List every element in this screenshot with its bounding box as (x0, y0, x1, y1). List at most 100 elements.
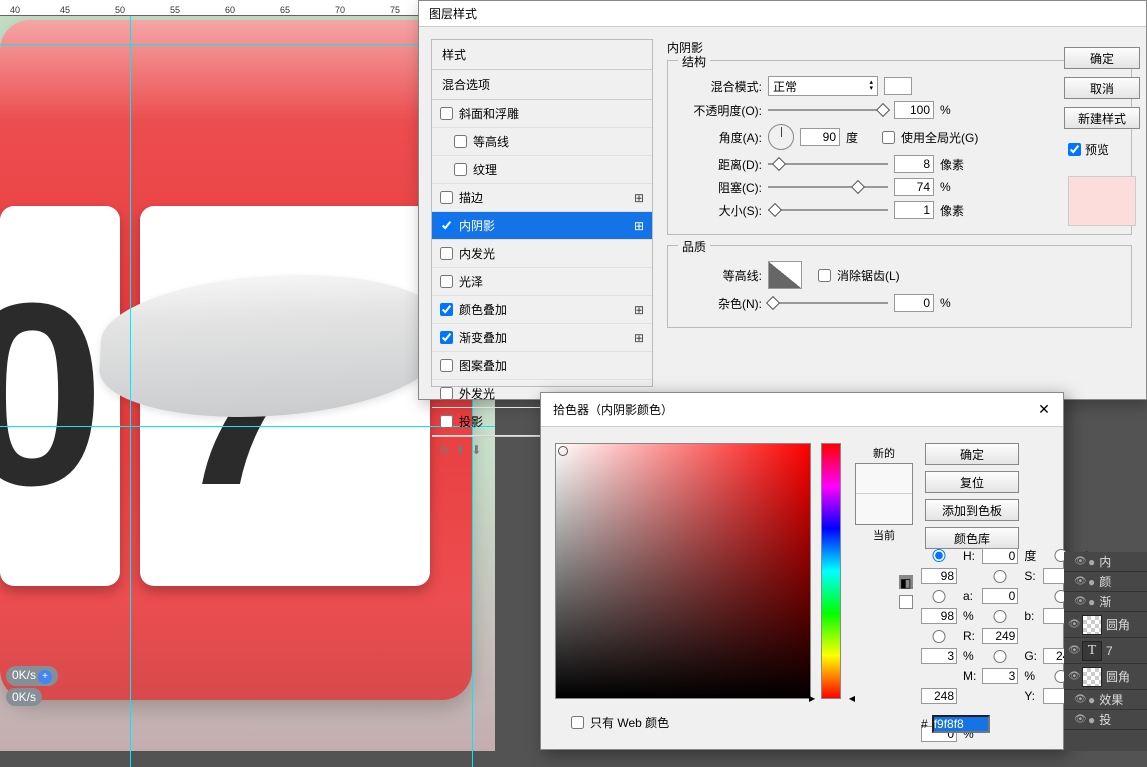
contour-label: 等高线: (680, 267, 762, 284)
close-icon[interactable]: ✕ (1037, 403, 1051, 417)
style-item-9[interactable]: 图案叠加 (432, 352, 652, 380)
style-item-label: 内阴影 (459, 217, 495, 234)
choke-slider[interactable] (768, 182, 888, 192)
saturation-brightness-box[interactable] (555, 443, 811, 699)
style-item-7[interactable]: 颜色叠加⊞ (432, 296, 652, 324)
style-item-0[interactable]: 斜面和浮雕 (432, 100, 652, 128)
blab-radio[interactable] (982, 610, 1018, 623)
style-item-1[interactable]: 等高线 (432, 128, 652, 156)
hex-input[interactable] (932, 715, 990, 733)
C-input[interactable] (921, 648, 957, 664)
visibility-icon[interactable]: 👁 (1068, 619, 1078, 630)
global-light-label: 使用全局光(G) (901, 129, 978, 146)
Brgb-input[interactable] (921, 688, 957, 704)
angle-dial[interactable] (768, 124, 794, 150)
S-radio[interactable] (982, 570, 1018, 583)
preview-checkbox[interactable] (1068, 143, 1081, 156)
move-down-icon[interactable]: ⬇ (471, 443, 481, 457)
visibility-icon[interactable]: 👁 (1068, 671, 1078, 682)
visibility-icon[interactable]: 👁 (1074, 714, 1084, 725)
R-input[interactable] (982, 628, 1018, 644)
add-effect-icon[interactable]: ⊞ (634, 331, 644, 345)
visibility-icon[interactable]: 👁 (1068, 645, 1078, 656)
layer-row[interactable]: 👁T7 (1064, 638, 1147, 664)
a-input[interactable] (982, 588, 1018, 604)
style-checkbox[interactable] (454, 135, 467, 148)
hue-slider[interactable] (821, 443, 841, 699)
distance-unit: 像素 (940, 156, 970, 173)
style-checkbox[interactable] (440, 359, 453, 372)
style-item-2[interactable]: 纹理 (432, 156, 652, 184)
distance-label: 距离(D): (680, 156, 762, 173)
style-checkbox[interactable] (440, 275, 453, 288)
style-checkbox[interactable] (440, 191, 453, 204)
distance-input[interactable] (894, 155, 934, 173)
colorpicker-titlebar[interactable]: 拾色器（内阴影颜色） ✕ (541, 393, 1063, 427)
a-radio[interactable] (921, 590, 957, 603)
style-checkbox[interactable] (440, 331, 453, 344)
style-item-6[interactable]: 光泽 (432, 268, 652, 296)
layer-row[interactable]: 👁圆角 (1064, 664, 1147, 690)
style-item-5[interactable]: 内发光 (432, 240, 652, 268)
visibility-icon[interactable]: 👁 (1074, 556, 1084, 567)
style-checkbox[interactable] (454, 163, 467, 176)
style-checkbox[interactable] (440, 107, 453, 120)
opacity-slider[interactable] (768, 105, 888, 115)
styles-header[interactable]: 样式 (432, 40, 652, 70)
H-radio[interactable] (921, 549, 957, 562)
add-effect-icon[interactable]: ⊞ (634, 303, 644, 317)
opacity-input[interactable] (894, 101, 934, 119)
guide-horizontal[interactable] (0, 426, 495, 427)
hue-thumb[interactable] (817, 694, 847, 702)
style-item-4[interactable]: 内阴影 ⊞ (432, 212, 652, 240)
choke-input[interactable] (894, 178, 934, 196)
style-checkbox[interactable] (440, 219, 453, 232)
cp-color-library-button[interactable]: 颜色库 (925, 527, 1019, 549)
distance-slider[interactable] (768, 159, 888, 169)
global-light-checkbox[interactable] (882, 131, 895, 144)
style-item-8[interactable]: 渐变叠加⊞ (432, 324, 652, 352)
add-effect-icon[interactable]: ⊞ (634, 219, 644, 233)
fx-menu-icon[interactable]: fx (440, 443, 449, 457)
cp-reset-button[interactable]: 复位 (925, 471, 1019, 493)
web-only-checkbox[interactable] (571, 716, 584, 729)
Bhsb-input[interactable] (921, 608, 957, 624)
layer-row[interactable]: 👁圆角 (1064, 612, 1147, 638)
H-input[interactable] (982, 548, 1018, 564)
tiny-swatch[interactable] (899, 595, 913, 609)
size-slider[interactable] (768, 205, 888, 215)
sat-cursor[interactable] (558, 446, 568, 456)
size-input[interactable] (894, 201, 934, 219)
style-checkbox[interactable] (440, 415, 453, 428)
visibility-icon[interactable]: 👁 (1074, 694, 1084, 705)
style-checkbox[interactable] (440, 387, 453, 400)
new-current-swatch[interactable] (855, 463, 913, 525)
contour-picker[interactable] (768, 261, 802, 289)
guide-vertical[interactable] (130, 16, 131, 767)
cube-icon[interactable]: ◧ (899, 575, 913, 589)
move-up-icon[interactable]: ⬆ (455, 443, 465, 457)
style-item-3[interactable]: 描边⊞ (432, 184, 652, 212)
visibility-icon[interactable]: 👁 (1074, 596, 1084, 607)
M-input[interactable] (982, 668, 1018, 684)
new-style-button[interactable]: 新建样式 (1064, 107, 1140, 129)
visibility-icon[interactable]: 👁 (1074, 576, 1084, 587)
blend-mode-select[interactable]: 正常 ▴▾ (768, 76, 878, 96)
L-input[interactable] (921, 568, 957, 584)
noise-input[interactable] (894, 294, 934, 312)
angle-input[interactable] (800, 128, 840, 146)
noise-slider[interactable] (768, 298, 888, 308)
cp-ok-button[interactable]: 确定 (925, 443, 1019, 465)
style-checkbox[interactable] (440, 247, 453, 260)
add-effect-icon[interactable]: ⊞ (634, 191, 644, 205)
cancel-button[interactable]: 取消 (1064, 77, 1140, 99)
G-radio[interactable] (982, 650, 1018, 663)
shadow-color-swatch[interactable] (884, 77, 912, 95)
R-radio[interactable] (921, 630, 957, 643)
antialias-checkbox[interactable] (818, 269, 831, 282)
blend-options-header[interactable]: 混合选项 (432, 70, 652, 100)
dialog-titlebar[interactable]: 图层样式 (419, 1, 1146, 27)
ok-button[interactable]: 确定 (1064, 47, 1140, 69)
cp-add-swatch-button[interactable]: 添加到色板 (925, 499, 1019, 521)
style-checkbox[interactable] (440, 303, 453, 316)
